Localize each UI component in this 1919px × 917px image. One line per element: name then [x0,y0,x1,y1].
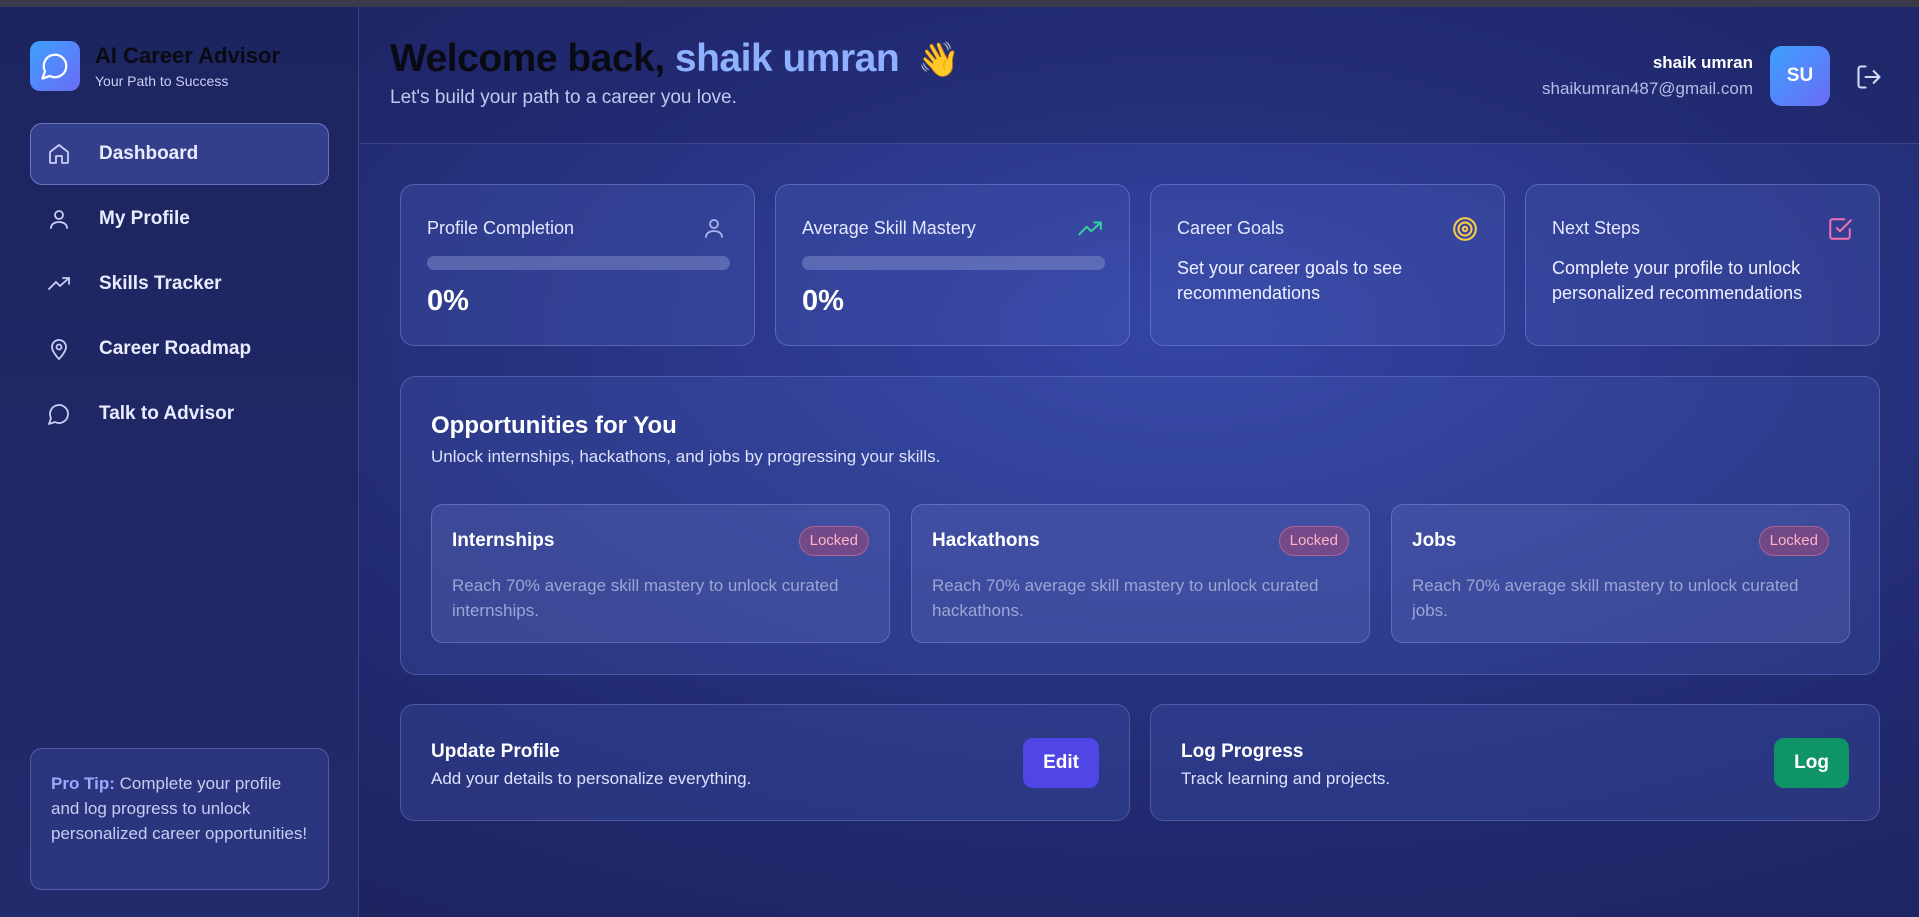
locked-badge: Locked [798,526,869,556]
edit-button[interactable]: Edit [1023,738,1099,788]
sidebar-item-skills-tracker[interactable]: Skills Tracker [30,253,329,315]
page-subtitle: Let's build your path to a career you lo… [390,87,737,108]
user-info: shaik umran shaikumran487@gmail.com [1542,53,1753,99]
user-email: shaikumran487@gmail.com [1542,79,1753,98]
action-subtitle: Add your details to personalize everythi… [431,769,752,788]
welcome-prefix: Welcome back, [390,37,665,80]
opportunities-title: Opportunities for You [431,412,677,439]
opportunity-description: Reach 70% average skill mastery to unloc… [932,576,1319,620]
sidebar-nav: Dashboard My Profile Skills Tracker Care… [30,123,329,448]
action-title: Log Progress [1181,741,1304,762]
log-progress-card: Log Progress Track learning and projects… [1150,704,1880,821]
sidebar: AI Career Advisor Your Path to Success D… [0,7,359,917]
chat-logo-icon [30,41,80,91]
skill-progress-bar [802,256,1105,270]
profile-progress-bar [427,256,730,270]
sidebar-item-career-roadmap[interactable]: Career Roadmap [30,318,329,380]
sidebar-item-label: Skills Tracker [99,273,222,294]
check-square-icon [1827,216,1853,242]
career-goals-card: Career Goals Set your career goals to se… [1150,184,1505,346]
opportunity-title: Jobs [1412,530,1457,551]
avatar[interactable]: SU [1770,46,1830,106]
user-icon [45,205,73,233]
skill-mastery-card: Average Skill Mastery 0% [775,184,1130,346]
stat-description: Set your career goals to see recommendat… [1177,258,1403,303]
trending-up-icon [1077,216,1103,242]
update-profile-card: Update Profile Add your details to perso… [400,704,1130,821]
brand-subtitle: Your Path to Success [95,73,229,89]
pro-tip: Pro Tip: Complete your profile and log p… [30,748,329,890]
chat-bubble-icon [45,400,73,428]
opportunity-title: Internships [452,530,555,551]
user-icon [702,216,728,242]
opportunity-card-hackathons[interactable]: Hackathons Locked Reach 70% average skil… [911,504,1370,643]
welcome-user-name: shaik umran [674,37,900,80]
log-button[interactable]: Log [1774,738,1849,788]
sidebar-item-label: Career Roadmap [99,338,252,359]
opportunities-subtitle: Unlock internships, hackathons, and jobs… [431,447,941,466]
app-root: AI Career Advisor Your Path to Success D… [0,7,1919,917]
action-title: Update Profile [431,741,560,762]
brand[interactable]: AI Career Advisor Your Path to Success [30,41,280,91]
stat-description: Complete your profile to unlock personal… [1552,258,1803,303]
sidebar-item-my-profile[interactable]: My Profile [30,188,329,250]
page-header: Welcome back, shaik umran 👋 Let's build … [360,7,1919,144]
opportunities-section: Opportunities for You Unlock internships… [400,376,1880,675]
profile-completion-card: Profile Completion 0% [400,184,755,346]
trending-up-icon [45,270,73,298]
opportunity-card-jobs[interactable]: Jobs Locked Reach 70% average skill mast… [1391,504,1850,643]
sidebar-item-talk-to-advisor[interactable]: Talk to Advisor [30,383,329,445]
sidebar-item-label: Talk to Advisor [99,403,235,424]
stat-title: Average Skill Mastery [802,218,976,238]
opportunity-description: Reach 70% average skill mastery to unloc… [452,576,839,620]
stat-value: 0% [802,285,844,317]
sidebar-item-label: My Profile [99,208,190,229]
sidebar-item-label: Dashboard [99,143,199,164]
waving-hand-icon: 👋 [917,41,960,79]
home-icon [45,140,73,168]
window-top-strip [0,0,1919,7]
sidebar-item-dashboard[interactable]: Dashboard [30,123,329,185]
logout-icon[interactable] [1855,63,1883,91]
stat-value: 0% [427,285,469,317]
stat-title: Next Steps [1552,218,1641,238]
target-icon [1452,216,1478,242]
stat-title: Profile Completion [427,218,575,238]
next-steps-card: Next Steps Complete your profile to unlo… [1525,184,1880,346]
page-title: Welcome back, shaik umran 👋 [390,37,960,81]
opportunity-description: Reach 70% average skill mastery to unloc… [1412,576,1799,620]
locked-badge: Locked [1278,526,1349,556]
action-subtitle: Track learning and projects. [1181,769,1391,788]
user-name: shaik umran [1652,53,1753,72]
opportunity-card-internships[interactable]: Internships Locked Reach 70% average ski… [431,504,890,643]
map-pin-icon [45,335,73,363]
brand-title: AI Career Advisor [95,43,281,68]
pro-tip-label: Pro Tip: [51,774,115,793]
stat-title: Career Goals [1177,218,1285,238]
opportunity-title: Hackathons [932,530,1040,551]
locked-badge: Locked [1758,526,1829,556]
